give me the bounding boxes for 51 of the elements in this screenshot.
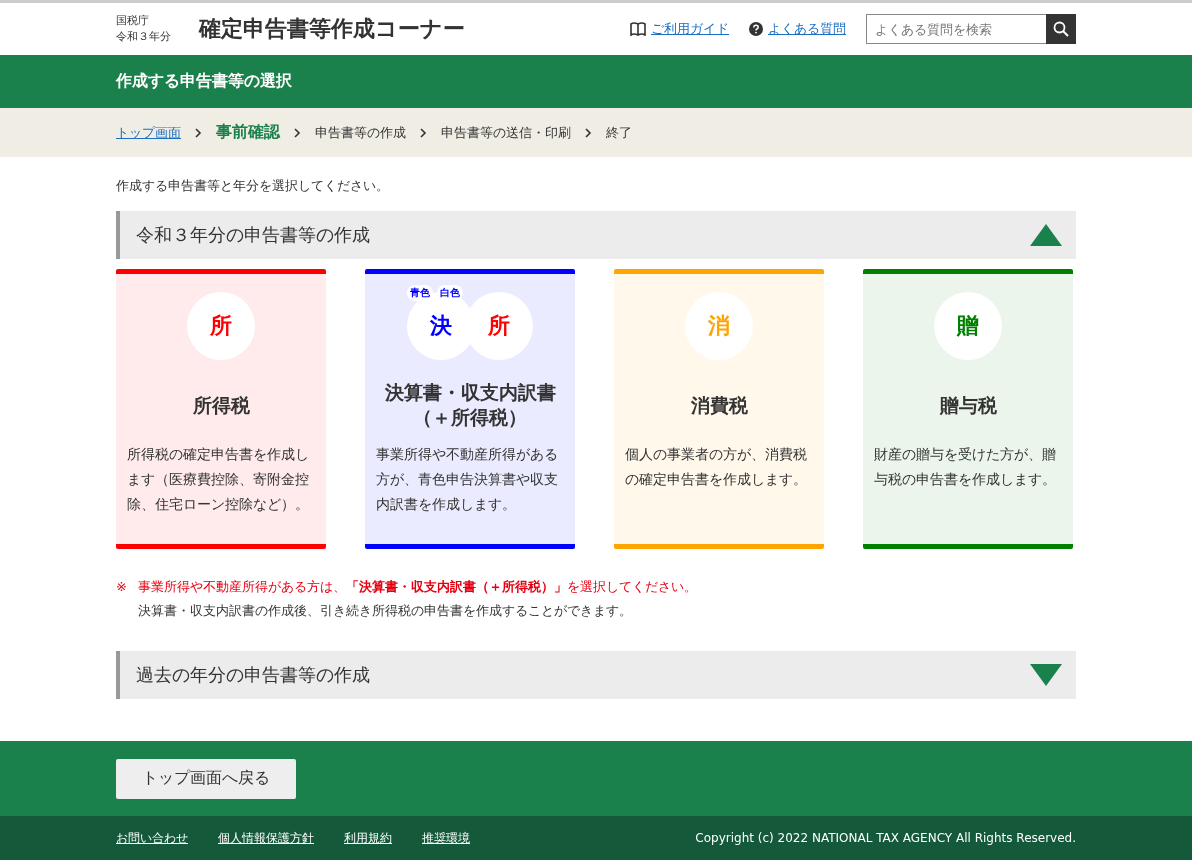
note-mark: ※ — [116, 578, 128, 596]
chevron-icon — [585, 127, 592, 138]
card-description: 所得税の確定申告書を作成します（医療費控除、寄附金控除、住宅ローン控除など）。 — [127, 445, 310, 514]
note-text: 事業所得や不動産所得がある方は、「決算書・収支内訳書（＋所得税）」を選択してください。 — [138, 578, 698, 596]
card-description: 財産の贈与を受けた方が、贈与税の申告書を作成します。 — [874, 445, 1057, 489]
search-button[interactable] — [1046, 14, 1076, 44]
form-badge: 白色 — [437, 285, 463, 301]
footer-link[interactable]: 個人情報保護方針 — [218, 829, 314, 847]
section-header[interactable]: 令和３年分の申告書等の作成 — [116, 211, 1076, 259]
card-title: 贈与税 — [939, 392, 997, 418]
instruction-text: 作成する申告書等と年分を選択してください。 — [116, 177, 390, 195]
tax-form-card[interactable]: 決 所 青色 白色 決算書・収支内訳書（＋所得税） 事業所得や不動産所得がある方が、青色申告決算書や収支内訳書を作成します。 — [365, 269, 575, 549]
tax-form-card[interactable]: 所 所得税 所得税の確定申告書を作成します（医療費控除、寄附金控除、住宅ローン控除など）。 — [116, 269, 326, 549]
section-title: 令和３年分の申告書等の作成 — [136, 223, 371, 247]
agency-name: 国税庁 — [116, 13, 150, 29]
search-field[interactable]: よくある質問を検索 — [866, 14, 1046, 44]
breadcrumb-step: 申告書等の作成 — [315, 123, 406, 142]
tax-year: 令和３年分 — [116, 29, 171, 45]
breadcrumb-link[interactable]: トップ画面 — [116, 123, 181, 142]
form-type-icon: 所 — [187, 292, 255, 360]
site-title: 確定申告書等作成コーナー — [199, 15, 466, 43]
note-text: 決算書・収支内訳書の作成後、引き続き所得税の申告書を作成することができます。 — [138, 602, 633, 620]
card-title: 消費税 — [690, 392, 748, 418]
book-icon — [630, 22, 646, 36]
form-badge: 青色 — [407, 285, 433, 301]
section-header[interactable]: 過去の年分の申告書等の作成 — [116, 651, 1076, 699]
breadcrumb-step: 申告書等の送信・印刷 — [441, 123, 571, 142]
card-description: 個人の事業者の方が、消費税の確定申告書を作成します。 — [625, 445, 808, 489]
footer-link[interactable]: 推奨環境 — [422, 829, 470, 847]
section-title: 過去の年分の申告書等の作成 — [136, 663, 371, 687]
breadcrumb-current-step: 事前確認 — [216, 122, 280, 143]
page-title: 作成する申告書等の選択 — [116, 71, 292, 90]
card-title: 所得税 — [192, 392, 250, 418]
search-icon — [1053, 21, 1069, 37]
tax-form-card[interactable]: 消 消費税 個人の事業者の方が、消費税の確定申告書を作成します。 — [614, 269, 824, 549]
footer-link[interactable]: お問い合わせ — [116, 829, 188, 847]
footer-link[interactable]: 利用規約 — [344, 829, 392, 847]
form-type-icon: 贈 — [934, 292, 1002, 360]
breadcrumb-step: 終了 — [606, 123, 632, 142]
card-description: 事業所得や不動産所得がある方が、青色申告決算書や収支内訳書を作成します。 — [376, 445, 559, 514]
expand-triangle-icon — [1030, 664, 1062, 686]
chevron-icon — [195, 127, 202, 138]
help-icon — [749, 22, 763, 36]
form-type-icon: 消 — [685, 292, 753, 360]
chevron-icon — [420, 127, 427, 138]
tax-form-card[interactable]: 贈 贈与税 財産の贈与を受けた方が、贈与税の申告書を作成します。 — [863, 269, 1073, 549]
card-title: 決算書・収支内訳書（＋所得税） — [383, 380, 557, 430]
back-to-top-button[interactable]: トップ画面へ戻る — [116, 758, 296, 799]
chevron-icon — [294, 127, 301, 138]
copyright-text: Copyright (c) 2022 NATIONAL TAX AGENCY All Rights Reserved. — [695, 831, 1076, 845]
collapse-triangle-icon — [1030, 224, 1062, 246]
